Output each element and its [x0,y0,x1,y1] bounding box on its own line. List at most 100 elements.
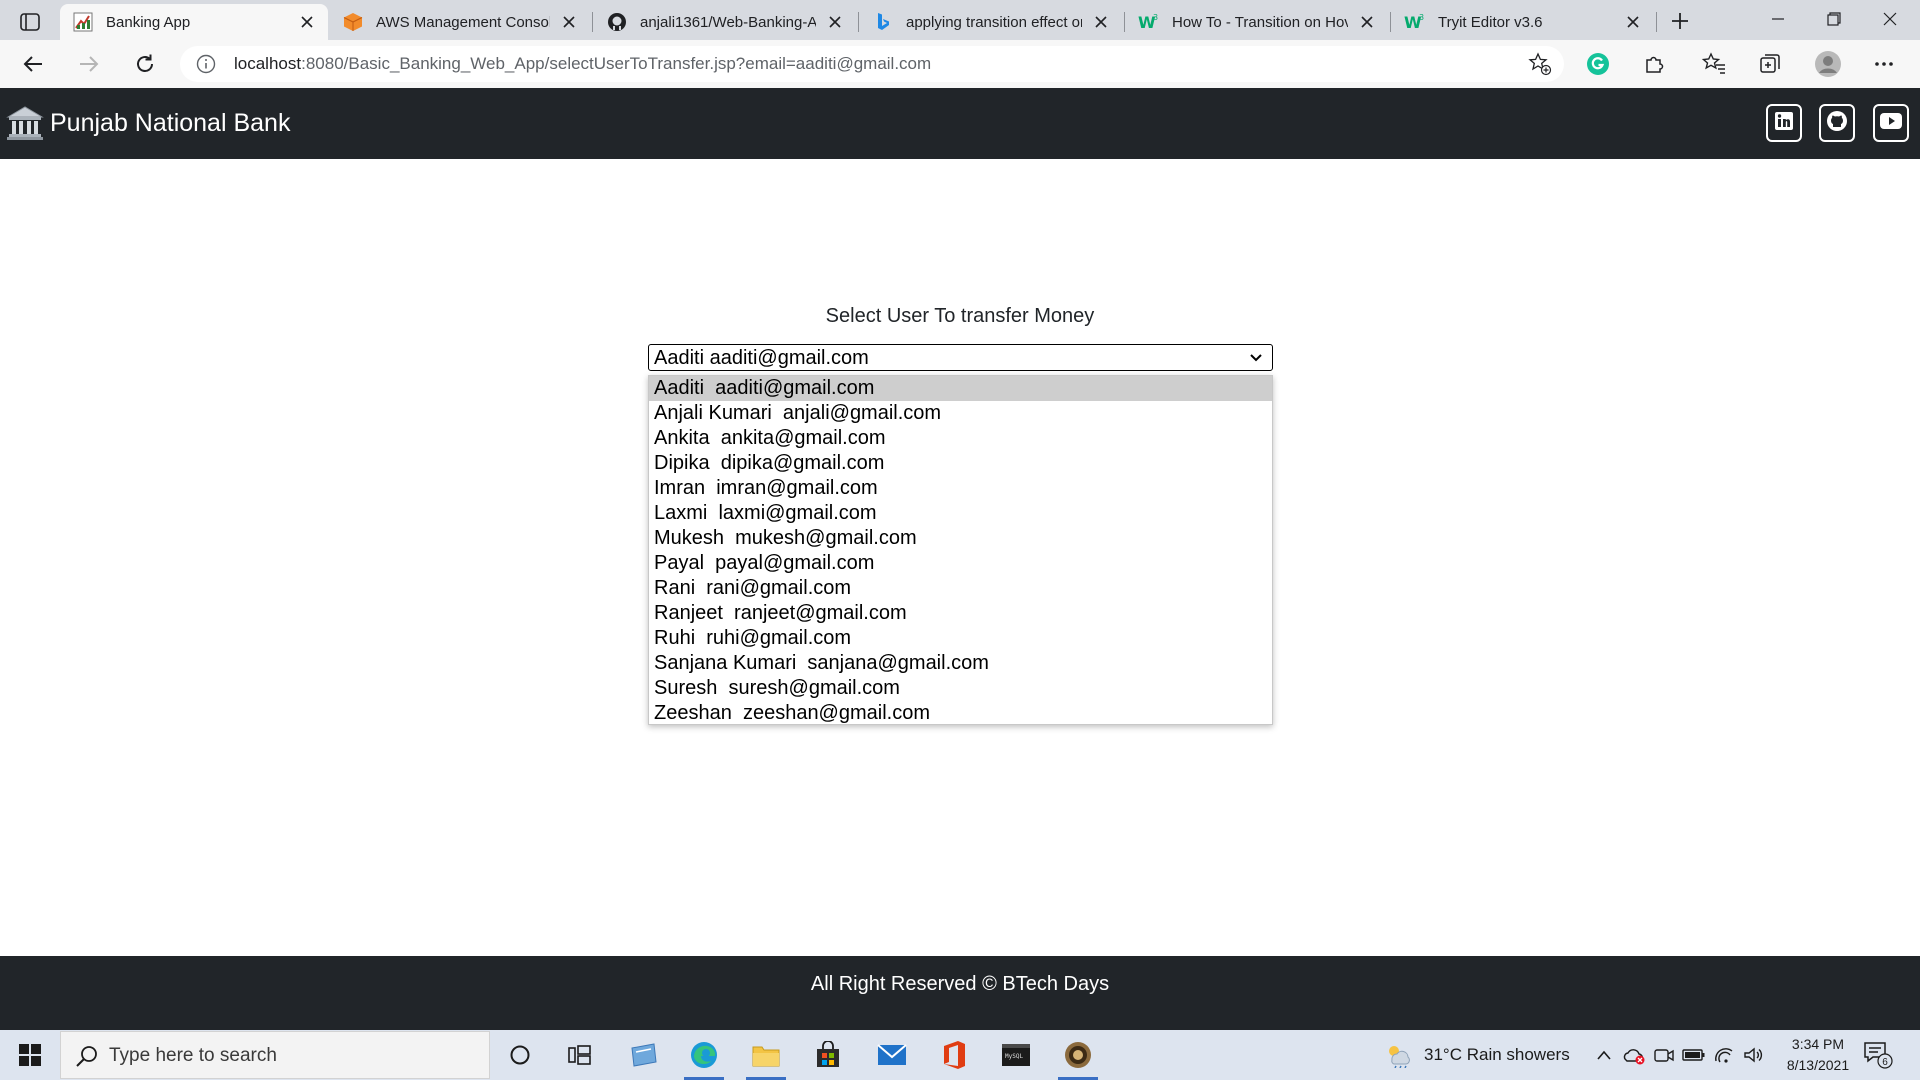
close-icon[interactable] [558,11,580,33]
onedrive-error-icon[interactable] [1622,1042,1646,1068]
user-option[interactable]: Ruhi ruhi@gmail.com [649,626,1272,651]
notification-count: 6 [1882,1057,1888,1068]
chevron-up-icon[interactable] [1592,1042,1616,1068]
window-close-icon[interactable] [1862,0,1918,38]
minimize-icon[interactable] [1750,0,1806,38]
user-option[interactable]: Rani rani@gmail.com [649,576,1272,601]
github-icon [1826,110,1848,137]
favorites-icon[interactable] [1700,50,1728,78]
copyright-text: All Right Reserved © BTech Days [810,973,1110,995]
site-footer: All Right Reserved © BTech Days [0,956,1920,1030]
office-icon[interactable] [926,1030,982,1080]
file-explorer-icon[interactable] [738,1030,794,1080]
tab-actions-icon[interactable] [12,8,48,36]
youtube-button[interactable] [1873,104,1909,142]
clock-time[interactable]: 3:34 PM [1768,1036,1868,1052]
collections-icon[interactable] [1756,50,1784,78]
cortana-icon[interactable] [492,1030,548,1080]
weather-text[interactable]: 31°C Rain showers [1424,1045,1570,1065]
user-select-dropdown[interactable]: Aaditi aaditi@gmail.com [648,344,1273,371]
brand-name: Punjab National Bank [50,108,291,137]
task-view-icon[interactable] [552,1030,608,1080]
chevron-down-icon [1248,350,1264,366]
user-option[interactable]: Payal payal@gmail.com [649,551,1272,576]
close-icon[interactable] [1622,11,1644,33]
close-icon[interactable] [1090,11,1112,33]
linkedin-icon [1774,111,1794,136]
back-arrow-icon[interactable] [16,48,50,80]
refresh-icon[interactable] [128,48,162,80]
user-option[interactable]: Laxmi laxmi@gmail.com [649,501,1272,526]
user-option[interactable]: Zeeshan zeeshan@gmail.com [649,701,1272,726]
notifications-icon[interactable]: 6 [1862,1040,1894,1070]
tab-title: Banking App [106,13,191,31]
user-option[interactable]: Mukesh mukesh@gmail.com [649,526,1272,551]
new-tab-icon[interactable] [1664,6,1696,36]
github-button[interactable] [1819,104,1855,142]
bing-icon [872,11,894,33]
linkedin-button[interactable] [1766,104,1802,142]
tab-banking-app[interactable]: Banking App [60,4,328,40]
close-icon[interactable] [824,11,846,33]
browser-tab-strip: Banking App AWS Management Console anjal… [0,0,1920,40]
tab-w3schools-howto[interactable]: W3 How To - Transition on Hov [1126,4,1388,40]
address-bar[interactable]: localhost:8080/Basic_Banking_Web_App/sel… [180,46,1564,82]
user-option[interactable]: Aaditi aaditi@gmail.com [649,376,1272,401]
windows-start-icon[interactable] [0,1030,60,1080]
aws-cube-icon [342,11,364,33]
tab-aws-console[interactable]: AWS Management Console [330,4,590,40]
taskbar-search-box[interactable]: Type here to search [60,1031,490,1079]
mail-icon[interactable] [864,1030,920,1080]
meet-now-icon[interactable] [1652,1042,1676,1068]
mysql-cli-icon[interactable]: MySQL [988,1030,1044,1080]
tab-title: How To - Transition on Hov [1172,13,1348,31]
tab-bing-search[interactable]: applying transition effect or [860,4,1122,40]
tab-divider [858,12,859,32]
user-option[interactable]: Suresh suresh@gmail.com [649,676,1272,701]
info-icon[interactable] [196,54,216,74]
tab-tryit-editor[interactable]: W3 Tryit Editor v3.6 [1392,4,1654,40]
svg-text:3: 3 [1153,13,1158,22]
profile-avatar-icon[interactable] [1814,50,1842,78]
restore-icon[interactable] [1806,0,1862,38]
extensions-icon[interactable] [1640,50,1668,78]
search-icon [75,1044,99,1068]
browser-toolbar: localhost:8080/Basic_Banking_Web_App/sel… [0,40,1920,88]
user-option[interactable]: Anjali Kumari anjali@gmail.com [649,401,1272,426]
w3schools-icon: W3 [1138,11,1160,33]
tab-divider [1124,12,1125,32]
search-placeholder: Type here to search [109,1045,277,1066]
user-option[interactable]: Imran imran@gmail.com [649,476,1272,501]
user-option[interactable]: Ankita ankita@gmail.com [649,426,1272,451]
page-heading: Select User To transfer Money [825,305,1095,327]
url-host: localhost [234,54,302,73]
svg-text:3: 3 [1419,13,1424,22]
tab-github-repo[interactable]: anjali1361/Web-Banking-Ap [594,4,856,40]
tab-divider [1390,12,1391,32]
weather-rain-icon[interactable] [1384,1042,1412,1069]
desktop-folder-icon[interactable] [616,1030,672,1080]
app-badge-icon[interactable] [1050,1030,1106,1080]
bank-building-icon [6,104,44,142]
close-icon[interactable] [296,11,318,33]
url-text[interactable]: localhost:8080/Basic_Banking_Web_App/sel… [234,54,931,74]
forward-arrow-icon[interactable] [72,48,106,80]
windows-taskbar: Type here to search MySQL 31°C Rain show… [0,1030,1920,1080]
clock-date[interactable]: 8/13/2021 [1768,1057,1868,1073]
github-favicon-icon [606,11,628,33]
wifi-icon[interactable] [1712,1042,1736,1068]
brand-link[interactable]: Punjab National Bank [6,104,290,142]
tab-title: AWS Management Console [376,13,550,31]
store-icon[interactable] [800,1030,856,1080]
grammarly-icon[interactable] [1584,50,1612,78]
user-option[interactable]: Sanjana Kumari sanjana@gmail.com [649,651,1272,676]
more-options-icon[interactable] [1870,50,1898,78]
volume-icon[interactable] [1742,1042,1766,1068]
bank-favicon-icon [72,11,94,33]
close-icon[interactable] [1356,11,1378,33]
edge-browser-icon[interactable] [676,1030,732,1080]
battery-icon[interactable] [1682,1042,1706,1068]
user-option[interactable]: Dipika dipika@gmail.com [649,451,1272,476]
user-option[interactable]: Ranjeet ranjeet@gmail.com [649,601,1272,626]
add-favorite-icon[interactable] [1528,52,1552,76]
